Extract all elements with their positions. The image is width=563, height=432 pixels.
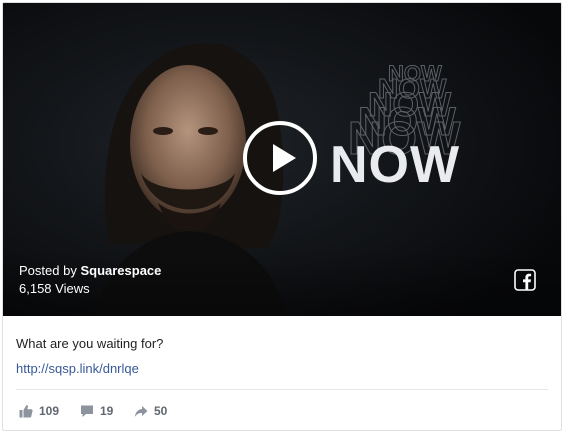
share-count: 50: [154, 404, 168, 418]
share-icon: [134, 406, 148, 417]
play-icon: [273, 144, 296, 172]
video-title-text: NOW: [330, 136, 461, 194]
share-count-button[interactable]: 50: [134, 401, 167, 421]
view-count: 6,158 Views: [19, 281, 90, 296]
video-player[interactable]: NOW NOW NOW NOW NOW NOW Posted by Square…: [3, 3, 561, 316]
facebook-icon: [514, 269, 536, 291]
like-count-button[interactable]: 109: [19, 401, 59, 421]
post-caption: What are you waiting for?: [16, 336, 164, 351]
like-count: 109: [39, 404, 60, 418]
divider: [16, 389, 548, 390]
post-link[interactable]: http://sqsp.link/dnrlqe: [16, 360, 139, 377]
comment-count: 19: [100, 404, 114, 418]
thumbs-up-icon: [19, 405, 33, 418]
posted-by-line: Posted by Squarespace: [19, 262, 161, 279]
facebook-button[interactable]: [514, 269, 536, 291]
page-name-link[interactable]: Squarespace: [80, 263, 161, 278]
video-post-card: NOW NOW NOW NOW NOW NOW Posted by Square…: [2, 2, 562, 431]
posted-by-prefix: Posted by: [19, 263, 77, 278]
comment-count-button[interactable]: 19: [80, 401, 113, 421]
comment-icon: [81, 405, 93, 417]
play-button[interactable]: [243, 121, 317, 195]
